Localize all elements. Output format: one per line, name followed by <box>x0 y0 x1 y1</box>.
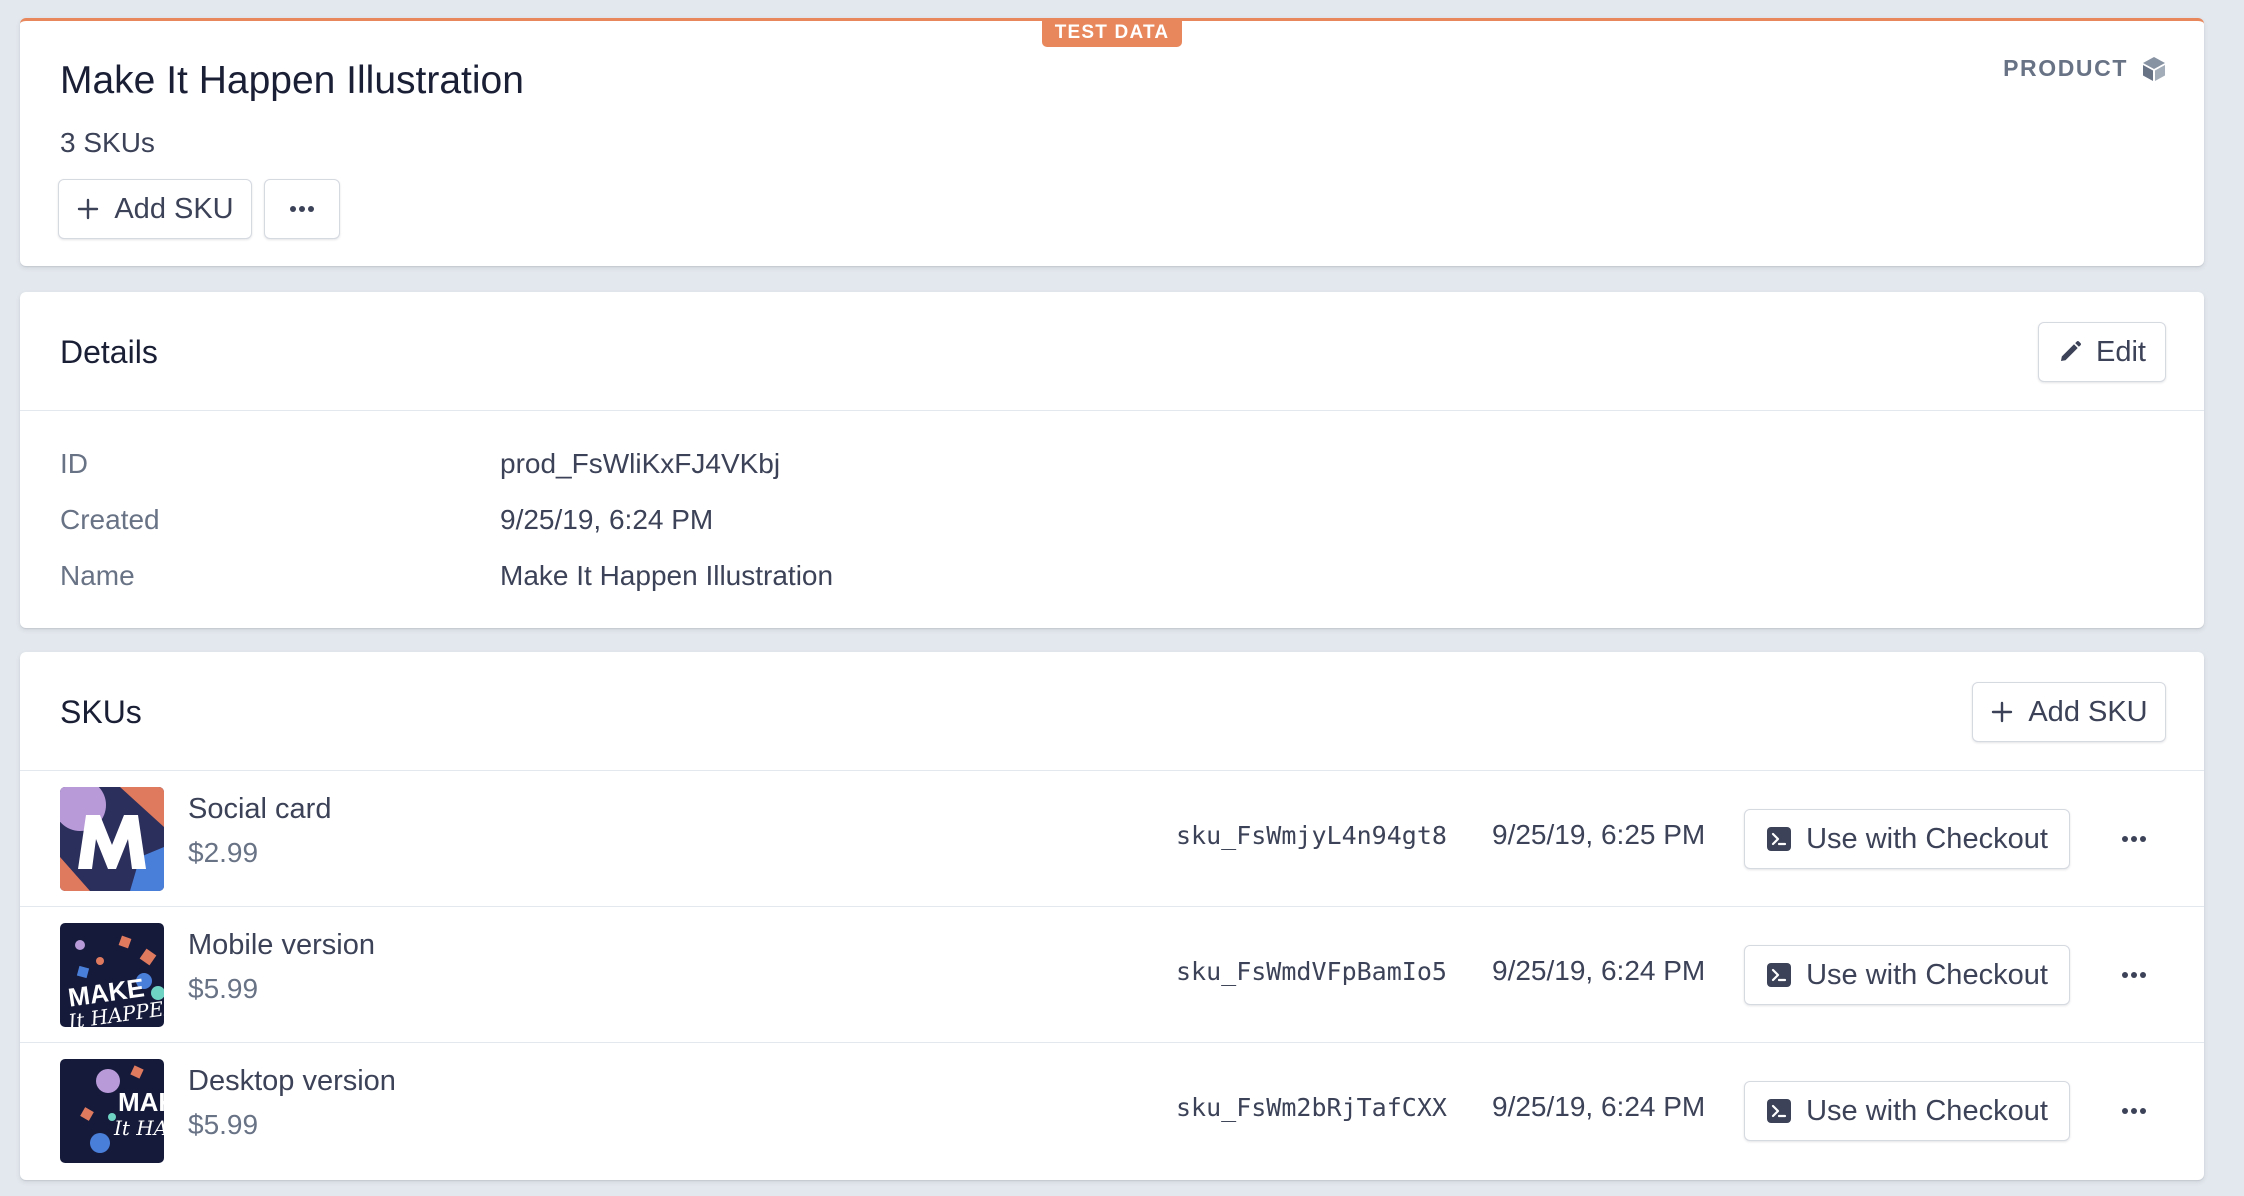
ellipsis-icon <box>2121 1107 2147 1115</box>
sku-price: $5.99 <box>188 973 259 1004</box>
skus-title: SKUs <box>60 694 142 730</box>
sku-thumbnail-mobile-version: MAKE It HAPPEN <box>60 923 164 1027</box>
ellipsis-icon <box>289 205 315 213</box>
sku-price: $2.99 <box>188 837 259 868</box>
product-type-text: PRODUCT <box>2003 55 2128 81</box>
sku-created: 9/25/19, 6:24 PM <box>1492 955 1706 986</box>
sku-thumbnail-desktop-version: MAK It HAPP <box>60 1059 164 1163</box>
more-actions-button[interactable] <box>264 179 340 239</box>
use-with-checkout-label: Use with Checkout <box>1806 822 2048 855</box>
edit-label: Edit <box>2096 335 2146 368</box>
terminal-icon <box>1766 962 1792 988</box>
sku-price: $5.99 <box>188 1109 259 1140</box>
plus-icon <box>1990 700 2014 724</box>
sku-thumbnail-social-card <box>60 787 164 891</box>
details-card: Details Edit ID prod_FsWliKxFJ4VKbj Crea… <box>20 292 2204 628</box>
terminal-icon <box>1766 1098 1792 1124</box>
plus-icon <box>76 197 100 221</box>
detail-label-created: Created <box>60 504 160 535</box>
test-data-badge: TEST DATA <box>1042 18 1182 47</box>
sku-created: 9/25/19, 6:25 PM <box>1492 819 1706 850</box>
sku-id: sku_FsWmdVFpBamIo5 <box>1176 957 1447 986</box>
skus-card: SKUs Add SKU Social card $2.99 sku_FsWmj… <box>20 652 2204 1180</box>
sku-name: Mobile version <box>188 929 375 961</box>
pencil-icon <box>2058 340 2082 364</box>
ellipsis-icon <box>2121 971 2147 979</box>
use-with-checkout-label: Use with Checkout <box>1806 1094 2048 1127</box>
product-type-label: PRODUCT <box>2003 55 2166 82</box>
sku-id: sku_FsWmjyL4n94gt8 <box>1176 821 1447 850</box>
use-with-checkout-button[interactable]: Use with Checkout <box>1744 1081 2070 1141</box>
add-sku-section-button[interactable]: Add SKU <box>1972 682 2166 742</box>
svg-text:It HAPP: It HAPP <box>113 1116 164 1140</box>
sku-id: sku_FsWm2bRjTafCXX <box>1176 1093 1447 1122</box>
add-sku-button[interactable]: Add SKU <box>58 179 252 239</box>
add-sku-label: Add SKU <box>114 192 234 225</box>
detail-value-name: Make It Happen Illustration <box>500 560 834 591</box>
svg-text:MAK: MAK <box>118 1087 164 1117</box>
details-title: Details <box>60 334 158 370</box>
sku-created: 9/25/19, 6:24 PM <box>1492 1091 1706 1122</box>
edit-button[interactable]: Edit <box>2038 322 2166 382</box>
sku-more-button[interactable] <box>2110 1093 2158 1129</box>
sku-more-button[interactable] <box>2110 957 2158 993</box>
detail-value-created: 9/25/19, 6:24 PM <box>500 504 714 535</box>
use-with-checkout-label: Use with Checkout <box>1806 958 2048 991</box>
sku-row[interactable]: MAK It HAPP Desktop version $5.99 sku_Fs… <box>20 1043 2204 1179</box>
details-divider <box>20 410 2204 411</box>
sku-row[interactable]: MAKE It HAPPEN Mobile version $5.99 sku_… <box>20 907 2204 1043</box>
sku-row[interactable]: Social card $2.99 sku_FsWmjyL4n94gt8 9/2… <box>20 771 2204 907</box>
product-title: Make It Happen Illustration <box>60 59 524 102</box>
sku-count: 3 SKUs <box>60 127 155 158</box>
detail-label-name: Name <box>60 560 135 591</box>
use-with-checkout-button[interactable]: Use with Checkout <box>1744 945 2070 1005</box>
add-sku-section-label: Add SKU <box>2028 695 2148 728</box>
use-with-checkout-button[interactable]: Use with Checkout <box>1744 809 2070 869</box>
sku-name: Social card <box>188 793 332 825</box>
cube-icon <box>2142 56 2166 82</box>
detail-label-id: ID <box>60 448 88 479</box>
ellipsis-icon <box>2121 835 2147 843</box>
terminal-icon <box>1766 826 1792 852</box>
detail-value-id: prod_FsWliKxFJ4VKbj <box>500 448 781 479</box>
sku-more-button[interactable] <box>2110 821 2158 857</box>
sku-name: Desktop version <box>188 1065 396 1097</box>
product-header-card: TEST DATA Make It Happen Illustration 3 … <box>20 18 2204 266</box>
